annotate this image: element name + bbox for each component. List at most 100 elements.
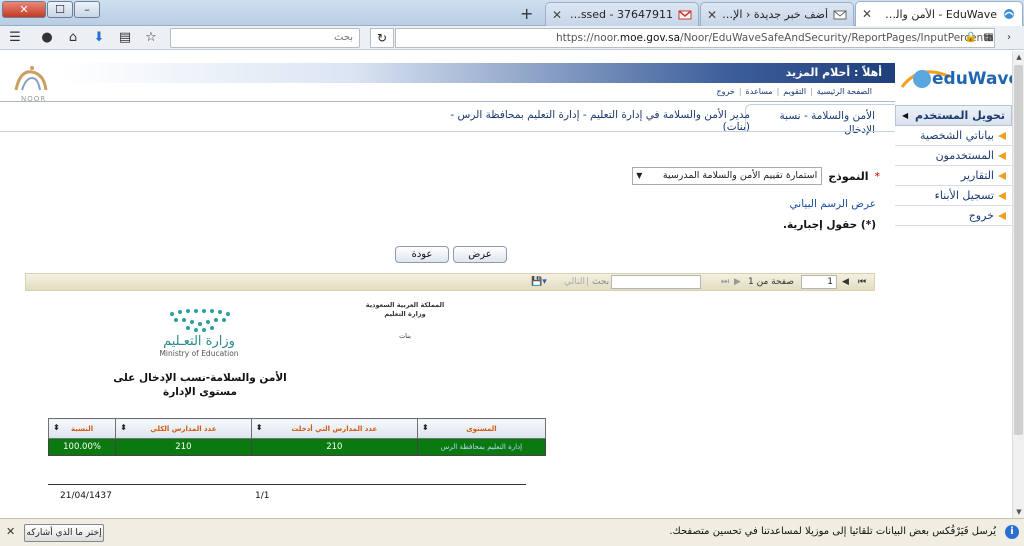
next-label[interactable]: التالي <box>564 275 585 289</box>
arrow-bullet-icon <box>998 132 1006 140</box>
cell-level[interactable]: إدارة التعليم بمحافظة الرس <box>416 438 547 456</box>
report-date: 21/04/1437 <box>60 491 112 501</box>
find-input[interactable] <box>611 275 701 289</box>
clipboard-icon[interactable]: ▤ <box>116 29 134 47</box>
tab-eduwave[interactable]: EduWave - الأمن والسلامة - نس... ✕ <box>855 1 1023 26</box>
form-select[interactable]: استمارة تقييم الأمن والسلامة المدرسية ▼ <box>632 167 823 185</box>
table-row: إدارة التعليم بمحافظة الرس 210 210 100.0… <box>47 438 547 456</box>
help-link[interactable]: مساعدة <box>746 87 773 96</box>
find-label[interactable]: بحث <box>592 275 609 289</box>
required-mark: * <box>874 169 881 183</box>
menu-icon[interactable]: ☰ <box>6 29 24 47</box>
tab-close-icon[interactable]: ✕ <box>707 8 717 22</box>
page-number-input[interactable]: 1 <box>801 275 837 289</box>
window-close-button[interactable]: ✕ <box>2 1 46 18</box>
column-header-total-schools[interactable]: عدد المدارس الكلي ⬍ <box>115 418 252 439</box>
calendar-link[interactable]: التقويم <box>783 87 806 96</box>
report-title: الأمن والسلامة-نسب الإدخال على مستوى الإ… <box>113 372 287 398</box>
table-header-row: المستوى ⬍ عدد المدارس التي أدخلت ⬍ عدد الم… <box>47 418 547 439</box>
site-info-icon[interactable]: ▦ <box>980 29 998 47</box>
url-prefix: https://noor. <box>556 32 620 44</box>
report-gender: بنات <box>399 332 411 340</box>
column-header-level[interactable]: المستوى ⬍ <box>416 418 547 439</box>
ministry-line: وزارة التعليم <box>384 310 426 318</box>
close-icon[interactable]: ✕ <box>6 525 15 538</box>
arrow-bullet-icon <box>998 192 1006 200</box>
url-domain: moe.gov.sa <box>619 32 681 44</box>
window-maximize-button[interactable]: ☐ <box>47 1 73 18</box>
show-button[interactable]: عرض <box>453 246 507 263</box>
welcome-text: أهلاً : أحلام المزيد <box>785 66 882 79</box>
show-chart-link[interactable]: عرض الرسم البياني <box>690 198 876 210</box>
report-page-count: 1/1 <box>255 491 270 501</box>
back-button[interactable]: عودة <box>395 246 449 263</box>
column-header-schools-entered[interactable]: عدد المدارس التي أدخلت ⬍ <box>250 418 418 439</box>
sidebar-item-users[interactable]: المستخدمون <box>895 146 1012 166</box>
tab-gmail[interactable]: 37647911 - safety@alrassed... ✕ <box>545 2 699 26</box>
header-divider <box>0 101 895 102</box>
navigation-toolbar: ☰ ● ⌂ ⬇ ▤ ☆ بحث ↻ https://noor.moe.gov.s… <box>0 26 1024 50</box>
form-row: * النموذج استمارة تقييم الأمن والسلامة ا… <box>630 166 880 186</box>
tab-title: EduWave - الأمن والسلامة - نس... <box>876 7 997 21</box>
arrow-bullet-icon <box>998 172 1006 180</box>
sidebar-switch-user[interactable]: تحويل المستخدم ◀ <box>895 105 1012 126</box>
sidebar-item-profile[interactable]: بياناتي الشخصية <box>895 126 1012 146</box>
notification-bar: ✕ إختر ما الذي أشاركه يُرسل فَيَرْفُكس ب… <box>0 518 1024 546</box>
cell-total-schools: 210 <box>115 438 252 456</box>
sort-icon[interactable]: ⬍ <box>256 423 263 432</box>
sort-icon[interactable]: ⬍ <box>120 423 127 432</box>
required-note: (*) حقول إجبارية. <box>783 219 876 231</box>
bookmark-star-icon[interactable]: ☆ <box>142 29 160 47</box>
window-minimize-button[interactable]: – <box>74 1 100 18</box>
home-icon[interactable]: ⌂ <box>64 29 82 47</box>
ministry-logo-arabic: وزارة التعـليم <box>163 334 235 349</box>
form-select-value: استمارة تقييم الأمن والسلامة المدرسية <box>662 170 818 181</box>
sidebar-title: تحويل المستخدم <box>914 109 1005 122</box>
sidebar-item-reports[interactable]: التقارير <box>895 166 1012 186</box>
ministry-logo-english: Ministry of Education <box>159 349 239 358</box>
first-page-icon[interactable]: ⏮ <box>858 275 866 289</box>
column-header-percentage[interactable]: النسبة ⬍ <box>47 418 117 439</box>
header-blue-bar <box>60 63 895 83</box>
tab-news[interactable]: أضف خبر جديدة ‹ الإدارة ال... ✕ <box>700 2 854 26</box>
chevron-right-icon[interactable]: › <box>1000 29 1018 47</box>
scroll-thumb[interactable] <box>1014 65 1023 435</box>
kingdom-line: المملكة العربية السعودية <box>365 301 445 309</box>
sidebar-item-logout[interactable]: خروج <box>895 206 1012 226</box>
header-links: الصفحة الرئيسية | التقويم | مساعدة | خروج <box>716 87 872 96</box>
site-header: NOOR أهلاً : أحلام المزيد الصفحة الرئيسي… <box>0 51 1012 105</box>
download-icon[interactable]: ⬇ <box>90 29 108 47</box>
scroll-up-icon[interactable]: ▲ <box>1013 51 1024 63</box>
sidebar-item-label: بياناتي الشخصية <box>920 129 994 142</box>
choose-share-button[interactable]: إختر ما الذي أشاركه <box>24 524 104 542</box>
prev-page-icon[interactable]: ◀ <box>842 275 849 289</box>
next-page-icon[interactable]: ▶ <box>734 275 741 289</box>
logout-link[interactable]: خروج <box>716 87 734 96</box>
window-controls: ✕ ☐ – <box>2 1 100 18</box>
lock-icon[interactable]: 🔒 <box>962 29 980 47</box>
sidebar-item-label: خروج <box>968 209 994 222</box>
url-bar[interactable]: https://noor.moe.gov.sa/Noor/EduWaveSafe… <box>395 28 995 48</box>
cell-schools-entered: 210 <box>250 438 418 456</box>
sidebar-item-register-children[interactable]: تسجيل الأبناء <box>895 186 1012 206</box>
home-link[interactable]: الصفحة الرئيسية <box>817 87 872 96</box>
title-bar: ✕ ☐ – EduWave - الأمن والسلامة - نس... ✕… <box>0 0 1024 26</box>
page-scrollbar[interactable]: ▲ ▼ <box>1012 51 1024 518</box>
search-input[interactable]: بحث <box>170 28 360 48</box>
sort-icon[interactable]: ⬍ <box>422 423 429 432</box>
reload-icon[interactable]: ↻ <box>370 28 394 48</box>
eduwave-logo-text: eduWave <box>932 69 1012 89</box>
sidebar: تحويل المستخدم ◀ بياناتي الشخصية المستخد… <box>895 105 1012 265</box>
sidebar-item-label: تسجيل الأبناء <box>934 189 994 202</box>
chat-icon[interactable]: ● <box>38 29 56 47</box>
new-tab-button[interactable]: + <box>520 4 533 23</box>
export-save-icon[interactable]: 💾▾ <box>531 275 547 289</box>
last-page-icon[interactable]: ⏭ <box>721 275 729 289</box>
sidebar-item-label: المستخدمون <box>935 149 994 162</box>
report-footer-divider <box>48 484 526 485</box>
arrow-bullet-icon <box>998 152 1006 160</box>
sort-icon[interactable]: ⬍ <box>53 423 60 432</box>
tab-close-icon[interactable]: ✕ <box>552 8 562 22</box>
scroll-down-icon[interactable]: ▼ <box>1013 506 1024 518</box>
tab-close-icon[interactable]: ✕ <box>862 7 872 21</box>
